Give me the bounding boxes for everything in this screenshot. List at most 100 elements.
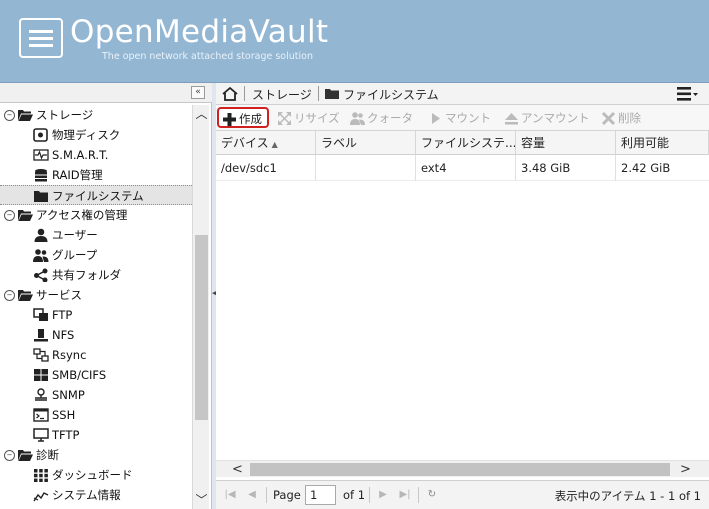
- collapse-circle-icon[interactable]: −: [4, 110, 15, 121]
- nav-category[interactable]: − サービス: [0, 285, 192, 305]
- nav-item[interactable]: SMB/CIFS: [0, 365, 192, 385]
- nav-item[interactable]: SSH: [0, 405, 192, 425]
- nav-item[interactable]: ユーザー: [0, 225, 192, 245]
- cell-available: 2.42 GiB: [621, 161, 671, 175]
- pager-separator: [418, 487, 419, 503]
- breadcrumb: ストレージ ファイルシステム: [216, 83, 709, 105]
- nav-item[interactable]: ファイルシステム: [0, 185, 192, 205]
- home-icon[interactable]: [221, 86, 239, 102]
- eject-icon: [505, 113, 518, 125]
- unmount-button[interactable]: アンマウント: [500, 107, 594, 128]
- play-icon: [432, 113, 440, 124]
- nav-category[interactable]: − ストレージ: [0, 105, 192, 125]
- delete-button[interactable]: 削除: [597, 107, 649, 128]
- create-button-label: 作成: [239, 112, 262, 126]
- collapse-circle-icon[interactable]: −: [4, 450, 15, 461]
- delete-button-label: 削除: [618, 111, 641, 125]
- collapse-circle-icon[interactable]: −: [4, 290, 15, 301]
- first-page-icon[interactable]: |◀: [222, 487, 238, 503]
- open-folder-icon: [18, 210, 33, 221]
- breadcrumb-storage[interactable]: ストレージ: [252, 86, 312, 103]
- folder-icon: [34, 191, 48, 202]
- toolbar: 作成 リサイズ クォータ マウント アンマウント 削除: [216, 105, 709, 131]
- nav-item[interactable]: グループ: [0, 245, 192, 265]
- page-number-input[interactable]: [305, 485, 336, 505]
- nav-panel-header: «: [0, 83, 212, 103]
- app-header: OpenMediaVault The open network attached…: [0, 0, 709, 82]
- paging-toolbar: |◀ ◀ Page of 1 ▶ ▶| ↻ 表示中のアイテム 1 - 1 of …: [216, 480, 709, 509]
- grid-scrollbar-thumb[interactable]: [250, 463, 670, 476]
- network-icon: [35, 388, 47, 401]
- terminal-icon: [33, 408, 49, 422]
- column-header-filesystem[interactable]: ファイルシステ...: [416, 131, 516, 155]
- nav-item-label: Rsync: [52, 348, 87, 362]
- nav-item[interactable]: Rsync: [0, 345, 192, 365]
- nav-item[interactable]: ダッシュボード: [0, 465, 192, 485]
- collapse-nav-button[interactable]: «: [191, 86, 205, 99]
- nav-item[interactable]: NFS: [0, 325, 192, 345]
- breadcrumb-separator: [318, 86, 319, 101]
- scroll-down-icon[interactable]: ﹀: [195, 493, 208, 507]
- table-row[interactable]: /dev/sdc1 ext4 3.48 GiB 2.42 GiB: [216, 155, 709, 181]
- pager-separator: [369, 487, 370, 503]
- nav-item[interactable]: 物理ディスク: [0, 125, 192, 145]
- scroll-right-icon[interactable]: >: [680, 461, 691, 478]
- nav-category-label: アクセス権の管理: [36, 208, 128, 222]
- folder-icon: [325, 89, 339, 99]
- scroll-up-icon[interactable]: ︿: [195, 107, 208, 121]
- nav-item-label: ユーザー: [52, 228, 98, 242]
- rsync-icon: [33, 348, 49, 362]
- quota-button[interactable]: クォータ: [346, 107, 418, 128]
- app-subtitle: The open network attached storage soluti…: [102, 51, 313, 62]
- mount-button[interactable]: マウント: [424, 107, 499, 128]
- breadcrumb-separator: [244, 86, 245, 101]
- app-logo-icon: [19, 18, 63, 58]
- database-icon: [35, 169, 47, 182]
- column-header-available[interactable]: 利用可能: [616, 131, 709, 155]
- column-header-label[interactable]: ラベル: [316, 131, 416, 155]
- nav-item[interactable]: TFTP: [0, 425, 192, 445]
- cell-filesystem: ext4: [416, 155, 516, 181]
- nav-item-label: 共有フォルダ: [52, 268, 121, 282]
- nav-item-label: NFS: [52, 328, 75, 342]
- refresh-icon[interactable]: ↻: [424, 487, 440, 503]
- nav-item-label: SSH: [52, 408, 76, 422]
- next-page-icon[interactable]: ▶: [375, 487, 391, 503]
- grid-horizontal-scrollbar[interactable]: < >: [216, 460, 709, 477]
- resize-button[interactable]: リサイズ: [273, 107, 343, 128]
- scroll-left-icon[interactable]: <: [232, 461, 243, 478]
- create-button[interactable]: 作成: [217, 107, 269, 128]
- nav-item[interactable]: 共有フォルダ: [0, 265, 192, 285]
- cell-capacity: 3.48 GiB: [516, 155, 616, 181]
- nav-item-label: S.M.A.R.T.: [52, 148, 109, 162]
- chart-icon: [33, 492, 49, 502]
- nav-item[interactable]: S.M.A.R.T.: [0, 145, 192, 165]
- unmount-button-label: アンマウント: [521, 111, 590, 125]
- nav-item-label: システム情報: [52, 488, 121, 502]
- nav-item[interactable]: FTP: [0, 305, 192, 325]
- nav-item[interactable]: SNMP: [0, 385, 192, 405]
- disk-icon: [33, 128, 48, 142]
- pager-separator: [266, 487, 267, 503]
- nav-category[interactable]: − 診断: [0, 445, 192, 465]
- column-header-capacity[interactable]: 容量: [516, 131, 616, 155]
- nav-item[interactable]: システム情報: [0, 485, 192, 505]
- cell-label: [316, 155, 416, 181]
- collapse-circle-icon[interactable]: −: [4, 210, 15, 221]
- sort-ascending-icon: ▲: [271, 140, 278, 149]
- menu-icon[interactable]: [677, 87, 699, 101]
- nav-category[interactable]: − アクセス権の管理: [0, 205, 192, 225]
- monitor-icon: [33, 428, 49, 442]
- nav-item-label: RAID管理: [52, 168, 103, 182]
- previous-page-icon[interactable]: ◀: [244, 487, 260, 503]
- nav-scrollbar-thumb[interactable]: [195, 235, 208, 420]
- nav-item-label: TFTP: [52, 428, 80, 442]
- nav-panel: « − ストレージ 物理ディスク S.M.A.R.T. RAID管理ファイルシステム − ア…: [0, 83, 212, 509]
- nav-scrollbar[interactable]: ︿ ﹀: [192, 105, 209, 509]
- nav-tree: − ストレージ 物理ディスク S.M.A.R.T. RAID管理ファイルシステム − アクセ…: [0, 105, 192, 505]
- nfs-icon: [34, 329, 48, 342]
- column-header-device[interactable]: デバイス ▲: [216, 131, 316, 155]
- last-page-icon[interactable]: ▶|: [397, 487, 413, 503]
- nav-item-label: ファイルシステム: [52, 189, 144, 203]
- nav-item[interactable]: RAID管理: [0, 165, 192, 185]
